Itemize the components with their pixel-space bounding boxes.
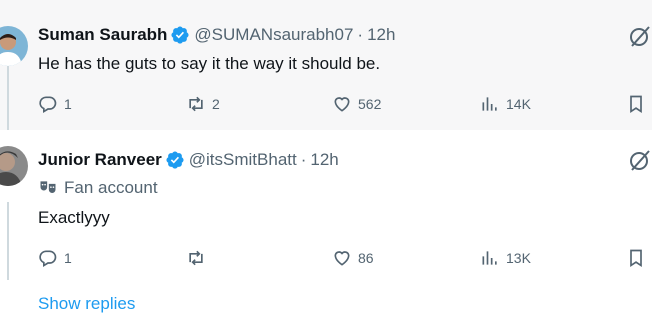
heart-icon xyxy=(334,251,350,266)
like-count: 86 xyxy=(358,250,374,266)
repost-button[interactable]: 2 xyxy=(186,94,220,114)
display-name[interactable]: Suman Saurabh xyxy=(38,25,167,45)
handle[interactable]: @SUMANsaurabh07 xyxy=(194,25,353,45)
fan-account-label: Fan account xyxy=(38,178,158,198)
tweet-header: Junior Ranveer @itsSmitBhatt · 12h xyxy=(38,150,339,170)
grok-icon[interactable] xyxy=(628,148,652,172)
reply-tweet[interactable]: Suman Saurabh @SUMANsaurabh07 · 12h He h… xyxy=(0,0,652,130)
fan-account-text: Fan account xyxy=(64,178,158,197)
action-bar: 1 2 562 14K xyxy=(38,94,652,116)
timestamp[interactable]: 12h xyxy=(310,150,338,170)
reply-tweet[interactable]: Junior Ranveer @itsSmitBhatt · 12h Fan a… xyxy=(0,130,652,280)
views-chart-icon xyxy=(482,251,497,265)
thread-line xyxy=(7,202,9,280)
bookmark-icon xyxy=(630,249,642,268)
bookmark-button[interactable] xyxy=(626,248,646,268)
views-button[interactable]: 13K xyxy=(480,248,531,268)
like-button[interactable]: 86 xyxy=(332,248,374,268)
tweet-text: Exactlyyy xyxy=(38,208,110,227)
show-replies-link[interactable]: Show replies xyxy=(38,294,135,314)
view-count: 14K xyxy=(506,96,531,112)
avatar[interactable] xyxy=(0,146,28,186)
views-button[interactable]: 14K xyxy=(480,94,531,114)
separator-dot: · xyxy=(357,25,364,44)
views-chart-icon xyxy=(482,97,497,111)
grok-icon[interactable] xyxy=(628,24,652,48)
repost-icon xyxy=(189,250,203,266)
verified-badge-icon xyxy=(171,26,189,44)
bookmark-button[interactable] xyxy=(626,94,646,114)
separator-dot: · xyxy=(300,150,307,169)
tweet-header: Suman Saurabh @SUMANsaurabh07 · 12h xyxy=(38,25,395,45)
display-name[interactable]: Junior Ranveer xyxy=(38,150,162,170)
reply-count: 1 xyxy=(64,250,72,266)
reply-button[interactable]: 1 xyxy=(38,94,72,114)
view-count: 13K xyxy=(506,250,531,266)
handle[interactable]: @itsSmitBhatt xyxy=(189,150,297,170)
repost-icon xyxy=(189,96,203,112)
avatar[interactable] xyxy=(0,26,28,66)
reply-icon xyxy=(39,250,57,267)
reply-icon xyxy=(39,96,57,113)
bookmark-icon xyxy=(630,95,642,114)
heart-icon xyxy=(334,97,350,112)
timestamp[interactable]: 12h xyxy=(367,25,395,45)
repost-button[interactable] xyxy=(186,248,212,268)
repost-count: 2 xyxy=(212,96,220,112)
tweet-text: He has the guts to say it the way it sho… xyxy=(38,54,381,73)
thread-line xyxy=(7,64,9,130)
verified-badge-icon xyxy=(166,151,184,169)
like-count: 562 xyxy=(358,96,382,112)
action-bar: 1 86 13K xyxy=(38,248,652,270)
theater-masks-icon xyxy=(40,181,56,193)
like-button[interactable]: 562 xyxy=(332,94,381,114)
reply-button[interactable]: 1 xyxy=(38,248,72,268)
reply-count: 1 xyxy=(64,96,72,112)
